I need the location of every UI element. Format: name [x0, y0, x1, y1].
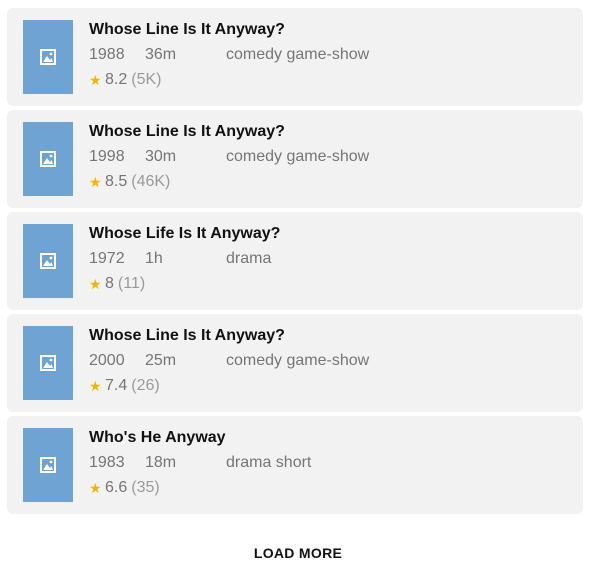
result-info: Whose Life Is It Anyway? 1972 1h drama ★… [89, 224, 573, 294]
result-duration: 18m [145, 454, 177, 471]
result-meta: 1988 36m comedy game-show [89, 45, 573, 65]
result-info: Who's He Anyway 1983 18m drama short ★ 6… [89, 428, 573, 498]
rating-score: 8 [105, 275, 114, 292]
results-list: Whose Line Is It Anyway? 1988 36m comedy… [7, 8, 583, 518]
star-icon: ★ [89, 174, 102, 190]
thumbnail-placeholder [23, 326, 73, 400]
rating-votes: (11) [117, 275, 146, 292]
result-year: 1972 [89, 250, 125, 267]
thumbnail-placeholder [23, 122, 73, 196]
result-rating: ★ 8.5 (46K) [89, 172, 573, 192]
load-more-button[interactable]: LOAD MORE [0, 545, 596, 561]
result-duration: 1h [145, 250, 163, 267]
result-genres: comedy game-show [226, 46, 370, 63]
result-genres: comedy game-show [226, 148, 370, 165]
result-rating: ★ 7.4 (26) [89, 376, 573, 396]
star-icon: ★ [89, 480, 102, 496]
image-placeholder-icon [40, 355, 56, 371]
result-meta: 2000 25m comedy game-show [89, 351, 573, 371]
result-year: 1983 [89, 454, 125, 471]
rating-score: 8.5 [105, 173, 128, 190]
result-info: Whose Line Is It Anyway? 2000 25m comedy… [89, 326, 573, 396]
result-duration: 36m [145, 46, 177, 63]
image-placeholder-icon [40, 49, 56, 65]
result-meta: 1998 30m comedy game-show [89, 147, 573, 167]
result-card[interactable]: Whose Line Is It Anyway? 1998 30m comedy… [7, 110, 583, 208]
thumbnail-placeholder [23, 224, 73, 298]
rating-votes: (26) [131, 377, 160, 394]
result-info: Whose Line Is It Anyway? 1988 36m comedy… [89, 20, 573, 90]
result-title[interactable]: Who's He Anyway [89, 428, 573, 448]
result-rating: ★ 8.2 (5K) [89, 70, 573, 90]
thumbnail-placeholder [23, 428, 73, 502]
result-genres: drama short [226, 454, 312, 471]
star-icon: ★ [89, 72, 102, 88]
result-meta: 1972 1h drama [89, 249, 573, 269]
result-genres: drama [226, 250, 272, 267]
result-duration: 25m [145, 352, 177, 369]
result-year: 1988 [89, 46, 125, 63]
result-duration: 30m [145, 148, 177, 165]
result-info: Whose Line Is It Anyway? 1998 30m comedy… [89, 122, 573, 192]
thumbnail-placeholder [23, 20, 73, 94]
result-card[interactable]: Whose Line Is It Anyway? 1988 36m comedy… [7, 8, 583, 106]
star-icon: ★ [89, 378, 102, 394]
result-genres: comedy game-show [226, 352, 370, 369]
star-icon: ★ [89, 276, 102, 292]
result-year: 1998 [89, 148, 125, 165]
rating-score: 8.2 [105, 71, 128, 88]
result-year: 2000 [89, 352, 125, 369]
result-rating: ★ 6.6 (35) [89, 478, 573, 498]
result-meta: 1983 18m drama short [89, 453, 573, 473]
result-title[interactable]: Whose Line Is It Anyway? [89, 122, 573, 142]
result-card[interactable]: Who's He Anyway 1983 18m drama short ★ 6… [7, 416, 583, 514]
image-placeholder-icon [40, 457, 56, 473]
result-rating: ★ 8 (11) [89, 274, 573, 294]
rating-votes: (5K) [131, 71, 162, 88]
result-card[interactable]: Whose Life Is It Anyway? 1972 1h drama ★… [7, 212, 583, 310]
rating-votes: (35) [131, 479, 160, 496]
result-title[interactable]: Whose Line Is It Anyway? [89, 326, 573, 346]
result-title[interactable]: Whose Life Is It Anyway? [89, 224, 573, 244]
rating-score: 6.6 [105, 479, 128, 496]
result-title[interactable]: Whose Line Is It Anyway? [89, 20, 573, 40]
image-placeholder-icon [40, 253, 56, 269]
image-placeholder-icon [40, 151, 56, 167]
result-card[interactable]: Whose Line Is It Anyway? 2000 25m comedy… [7, 314, 583, 412]
rating-votes: (46K) [131, 173, 171, 190]
rating-score: 7.4 [105, 377, 128, 394]
